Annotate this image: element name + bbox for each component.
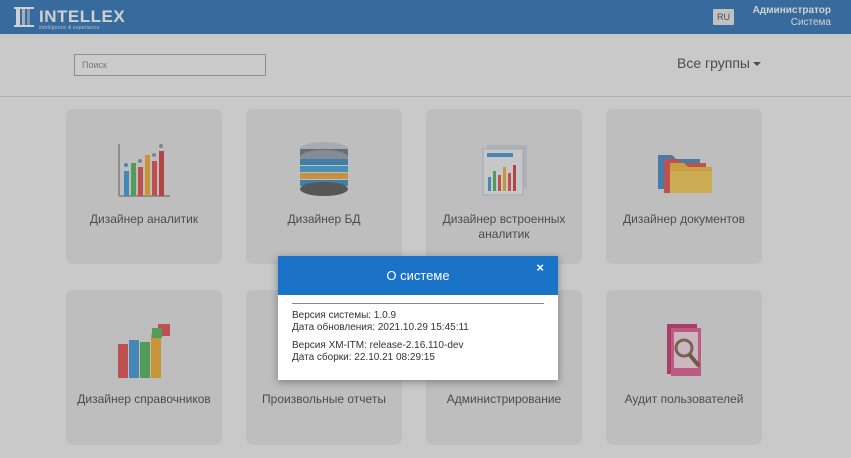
close-icon[interactable]: ×	[536, 260, 544, 275]
divider	[292, 303, 544, 304]
xm-itm-version: Версия XM-ITM: release-2.16.110-dev	[292, 340, 464, 351]
about-dialog: О системе × Версия системы: 1.0.9 Дата о…	[278, 256, 558, 380]
dialog-header: О системе ×	[278, 256, 558, 295]
dialog-title: О системе	[386, 268, 450, 283]
update-date: Дата обновления: 2021.10.29 15:45:11	[292, 322, 469, 333]
system-version: Версия системы: 1.0.9	[292, 310, 397, 321]
modal-backdrop[interactable]	[0, 0, 851, 458]
build-date: Дата сборки: 22.10.21 08:29:15	[292, 352, 435, 363]
